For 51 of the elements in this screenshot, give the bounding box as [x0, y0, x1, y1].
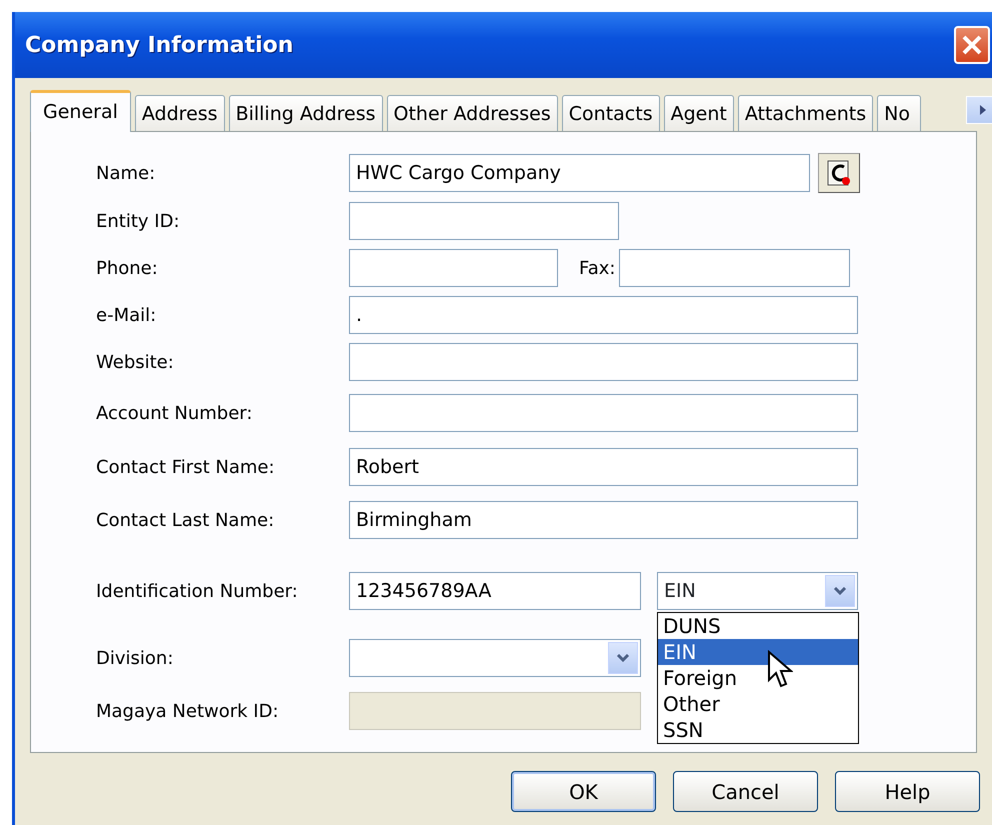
dropdown-option[interactable]: EIN [658, 639, 858, 665]
text-field[interactable] [349, 343, 858, 381]
field-label: Fax: [579, 256, 616, 280]
window-title: Company Information [25, 32, 294, 60]
tab[interactable]: Contacts [562, 95, 660, 131]
text-field[interactable] [349, 692, 641, 730]
dropdown-option[interactable]: DUNS [658, 613, 858, 639]
dialog-button[interactable]: Help [835, 771, 980, 812]
field-label: Contact First Name: [96, 456, 276, 480]
tab[interactable]: Agent [664, 95, 734, 131]
text-field[interactable]: HWC Cargo Company [349, 154, 810, 192]
field-label: e-Mail: [96, 304, 158, 328]
field-label: Entity ID: [96, 210, 181, 234]
lookup-button[interactable] [818, 153, 860, 193]
field-label: Name: [96, 162, 156, 186]
text-field[interactable]: 123456789AA [349, 572, 641, 610]
dropdown-option[interactable]: SSN [658, 717, 858, 743]
tab[interactable]: Other Addresses [386, 95, 558, 131]
dropdown-option[interactable]: Foreign [658, 665, 858, 691]
close-icon [960, 33, 984, 57]
text-field[interactable] [349, 202, 619, 240]
text-field[interactable] [619, 249, 850, 287]
close-button[interactable] [954, 26, 990, 64]
chevron-down-icon [833, 586, 847, 596]
dropdown-option[interactable]: Other [658, 691, 858, 717]
text-field[interactable]: Robert [349, 448, 858, 486]
text-field[interactable] [349, 249, 558, 287]
dropdown-field[interactable] [349, 639, 641, 677]
text-field[interactable]: Birmingham [349, 501, 858, 539]
field-label: Division: [96, 646, 174, 670]
field-label: Phone: [96, 256, 159, 280]
field-label: Account Number: [96, 402, 254, 426]
text-field[interactable] [349, 394, 858, 432]
field-label: Website: [96, 350, 175, 374]
field-label: Identification Number: [96, 580, 299, 604]
field-label: Contact Last Name: [96, 508, 276, 532]
tab-scroll-button[interactable] [966, 96, 992, 124]
dialog-button[interactable]: Cancel [673, 771, 818, 812]
tab[interactable]: Address [134, 95, 225, 131]
text-field[interactable]: . [349, 296, 858, 334]
refresh-icon [825, 158, 853, 188]
field-label: Magaya Network ID: [96, 700, 280, 724]
chevron-down-icon [616, 654, 630, 662]
dropdown-field[interactable]: EIN [657, 572, 858, 610]
tab[interactable]: Billing Address [228, 95, 383, 131]
dialog-button[interactable]: OK [511, 771, 656, 812]
tab[interactable]: No [877, 95, 922, 131]
mouse-pointer-icon [767, 650, 793, 690]
tab[interactable]: General [30, 90, 131, 132]
right-arrow-icon [978, 104, 988, 116]
tab[interactable]: Attachments [738, 95, 874, 131]
